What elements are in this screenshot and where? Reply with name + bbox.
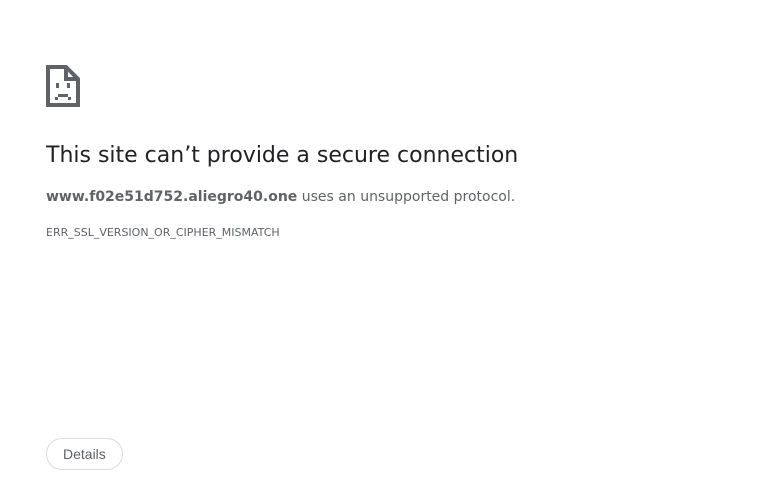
error-description: www.f02e51d752.aliegro40.one uses an uns… <box>46 187 515 207</box>
error-message: uses an unsupported protocol. <box>297 189 516 205</box>
page-title: This site can’t provide a secure connect… <box>46 143 519 168</box>
host-name: www.f02e51d752.aliegro40.one <box>46 189 298 205</box>
details-button[interactable]: Details <box>46 438 123 470</box>
error-code: ERR_SSL_VERSION_OR_CIPHER_MISMATCH <box>46 226 280 239</box>
sad-document-icon <box>46 65 80 107</box>
